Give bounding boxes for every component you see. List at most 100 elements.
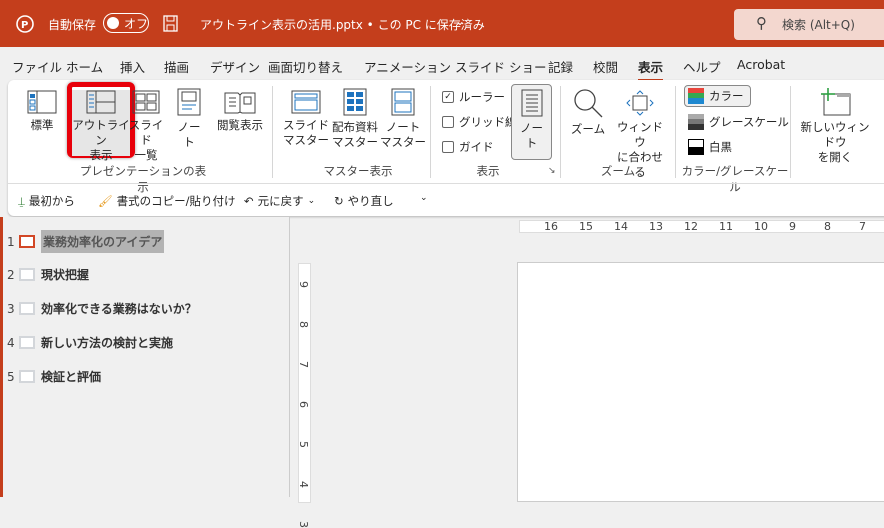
outline-item[interactable]: 1 業務効率化のアイデア — [7, 230, 165, 253]
notes-label-2: ト — [525, 136, 538, 150]
ruler-tick-label: 4 — [297, 481, 310, 488]
outline-item[interactable]: 4 新しい方法の検討と実施 — [7, 334, 173, 351]
from-start-label: 最初から — [28, 194, 75, 208]
slide-master-button[interactable]: スライド マスター — [282, 90, 330, 148]
group-label-zoom: ズーム — [600, 164, 636, 178]
redo-button[interactable]: ↻ やり直し — [334, 193, 394, 209]
reading-view-label: 閲覧表示 — [217, 118, 263, 132]
outline-view-icon — [86, 90, 116, 114]
ruler-tick-label: 8 — [297, 321, 310, 328]
black-white-icon — [688, 139, 704, 155]
outline-item[interactable]: 2 現状把握 — [7, 266, 89, 283]
notes-master-label-2: マスター — [380, 135, 426, 149]
guides-label: ガイド — [459, 140, 494, 154]
zoom-button[interactable]: ズーム — [568, 88, 608, 137]
gridlines-checkbox[interactable]: グリッド線 — [442, 114, 517, 130]
color-button[interactable]: カラー — [684, 85, 751, 107]
customize-qat-button[interactable]: ⌄ — [420, 193, 428, 203]
dialog-launcher-icon[interactable]: ↘ — [548, 166, 556, 176]
handout-master-button[interactable]: 配布資料 マスター — [330, 88, 380, 150]
horizontal-ruler[interactable]: 16 15 14 13 12 11 10 9 8 7 — [519, 220, 884, 233]
slide-canvas[interactable] — [517, 262, 884, 502]
tab-slideshow[interactable]: スライド ショー — [455, 57, 546, 76]
black-white-button[interactable]: 白黒 — [688, 139, 732, 155]
slide-number: 5 — [7, 369, 15, 384]
tab-design[interactable]: デザイン — [210, 57, 260, 76]
undo-label: 元に戻す — [257, 194, 304, 208]
color-swatch-icon — [688, 88, 704, 104]
tab-view[interactable]: 表示 — [638, 57, 664, 82]
new-window-button[interactable]: 新しいウィンドウ を開く — [796, 88, 874, 165]
ruler-tick-label: 12 — [684, 220, 698, 233]
format-painter-button[interactable]: 🖌 書式のコピー/貼り付け — [98, 193, 235, 209]
ruler-tick-label: 15 — [579, 220, 593, 233]
slide-master-label-2: マスター — [283, 133, 329, 147]
ruler-label: ルーラー — [459, 90, 505, 104]
notes-master-label: ノート — [385, 120, 421, 134]
save-icon[interactable] — [163, 15, 178, 32]
reading-view-button[interactable]: 閲覧表示 — [212, 90, 268, 133]
outline-pane[interactable]: 1 業務効率化のアイデア 2 現状把握 3 効率化できる業務はないか？ 4 新しい方法の… — [0, 217, 290, 497]
autosave-toggle[interactable]: オフ — [103, 13, 149, 33]
slide-number: 1 — [7, 234, 15, 249]
ruler-tick-label: 7 — [859, 220, 866, 233]
tab-record[interactable]: 記録 — [548, 57, 573, 76]
outline-title[interactable]: 現状把握 — [41, 266, 89, 283]
slide-sorter-label-2: 一覧 — [134, 148, 158, 162]
handout-master-label: 配布資料 — [332, 120, 378, 134]
ruler-tick-label: 6 — [297, 401, 310, 408]
paintbrush-icon: 🖌 — [98, 194, 113, 208]
notes-toggle-button[interactable]: ノー ト — [511, 84, 552, 160]
tab-acrobat[interactable]: Acrobat — [737, 57, 785, 72]
outline-title[interactable]: 業務効率化のアイデア — [41, 230, 165, 253]
reading-view-icon — [224, 92, 256, 114]
chevron-down-icon[interactable]: ⌄ — [455, 14, 465, 28]
notes-icon — [521, 89, 542, 117]
notes-page-label-2: ト — [183, 135, 195, 149]
slide-number: 3 — [7, 301, 15, 316]
grayscale-button[interactable]: グレースケール — [688, 114, 789, 130]
title-bar: P 自動保存 オフ アウトライン表示の活用.pptx • この PC に保存済み… — [0, 0, 884, 47]
outline-view-button[interactable]: アウトライン 表示 — [72, 90, 130, 162]
svg-text:P: P — [21, 20, 28, 31]
tab-transitions[interactable]: 画面切り替え — [268, 57, 343, 76]
file-name[interactable]: アウトライン表示の活用.pptx • この PC に保存済み — [200, 16, 485, 33]
outline-title[interactable]: 検証と評価 — [41, 368, 101, 385]
slide-icon — [19, 336, 35, 349]
chevron-down-icon[interactable]: ⌄ — [308, 196, 316, 206]
slide-icon — [19, 268, 35, 281]
notes-page-button[interactable]: ノー ト — [172, 88, 206, 150]
tab-animations[interactable]: アニメーション — [364, 57, 451, 76]
slide-sorter-button[interactable]: スライド 一覧 — [126, 90, 166, 163]
from-start-button[interactable]: ⍊ 最初から — [18, 193, 75, 209]
outline-item[interactable]: 3 効率化できる業務はないか？ — [7, 300, 197, 317]
search-icon: ⚲ — [756, 14, 767, 32]
outline-item[interactable]: 5 検証と評価 — [7, 368, 101, 385]
tab-home[interactable]: ホーム — [66, 57, 103, 76]
new-window-icon — [821, 88, 851, 116]
undo-button[interactable]: ↶ 元に戻す ⌄ — [244, 193, 315, 209]
ruler-tick-label: 14 — [614, 220, 628, 233]
guides-checkbox[interactable]: ガイド — [442, 139, 494, 155]
tab-file[interactable]: ファイル — [12, 57, 62, 76]
normal-view-button[interactable]: 標準 — [22, 90, 62, 133]
tab-review[interactable]: 校閲 — [593, 57, 618, 76]
normal-view-icon — [27, 90, 57, 114]
slide-master-icon — [291, 90, 321, 114]
outline-title[interactable]: 効率化できる業務はないか？ — [41, 300, 197, 317]
ruler-tick-label: 16 — [544, 220, 558, 233]
outline-title[interactable]: 新しい方法の検討と実施 — [41, 334, 173, 351]
tab-draw[interactable]: 描画 — [164, 57, 189, 76]
tab-help[interactable]: ヘルプ — [683, 57, 721, 76]
vertical-ruler[interactable]: 9 8 7 6 5 4 3 — [297, 263, 311, 528]
ruler-tick-label: 5 — [297, 441, 310, 448]
search-box[interactable]: ⚲ 検索 (Alt+Q) — [734, 9, 884, 40]
group-separator — [675, 86, 676, 178]
notes-master-button[interactable]: ノート マスター — [380, 88, 426, 150]
ruler-tick-label: 11 — [719, 220, 733, 233]
tab-insert[interactable]: 挿入 — [120, 57, 145, 76]
redo-icon: ↻ — [334, 194, 344, 208]
ruler-tick-label: 8 — [824, 220, 831, 233]
ruler-checkbox[interactable]: ✓ ルーラー — [442, 89, 505, 105]
autosave-state: オフ — [124, 17, 149, 31]
